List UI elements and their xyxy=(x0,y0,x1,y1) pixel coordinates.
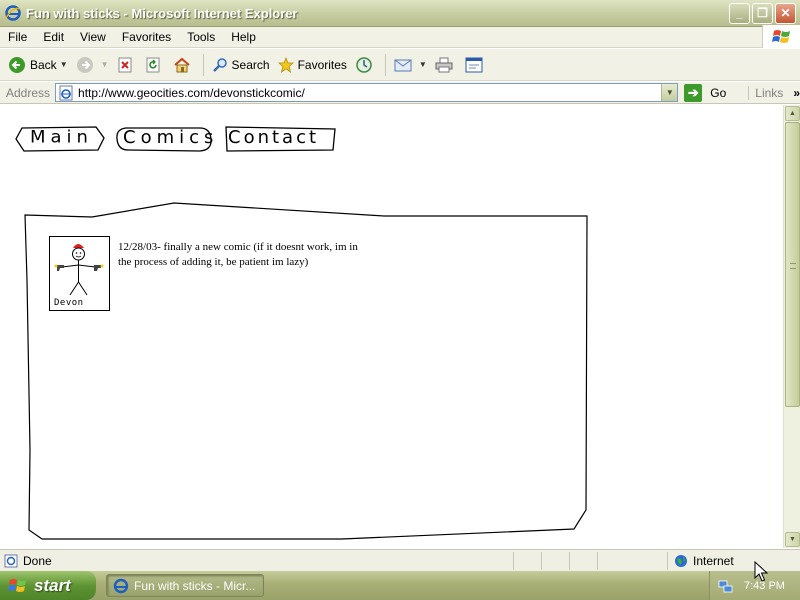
home-icon xyxy=(173,57,190,72)
go-arrow-icon: ➔ xyxy=(684,83,703,102)
status-pane xyxy=(597,551,667,570)
back-arrow-icon xyxy=(9,56,25,73)
menu-help[interactable]: Help xyxy=(223,30,264,44)
taskbar-ie-window[interactable]: Fun with sticks - Micr... xyxy=(106,574,264,597)
menu-favorites[interactable]: Favorites xyxy=(114,30,179,44)
stop-button[interactable] xyxy=(113,52,141,78)
minimize-icon: _ xyxy=(736,6,743,20)
minimize-button[interactable]: _ xyxy=(729,2,750,24)
status-pane xyxy=(541,551,569,570)
search-button[interactable]: Search xyxy=(208,52,274,78)
nav-comics-link[interactable]: Comics xyxy=(114,125,214,153)
search-icon xyxy=(212,57,227,72)
menu-view[interactable]: View xyxy=(72,30,114,44)
star-icon xyxy=(277,56,294,73)
avatar-caption: Devon xyxy=(54,298,84,308)
close-icon: ✕ xyxy=(780,6,791,20)
vertical-scrollbar[interactable]: ▲ ▼ xyxy=(783,105,800,548)
refresh-icon xyxy=(146,57,160,72)
address-url: http://www.geocities.com/devonstickcomic… xyxy=(78,85,305,100)
go-label: Go xyxy=(710,85,727,100)
edit-button[interactable] xyxy=(461,52,491,78)
go-button[interactable]: ➔ Go xyxy=(684,83,727,102)
nav-contact-label: Contact xyxy=(228,127,320,148)
status-text: Done xyxy=(23,553,52,568)
mail-dropdown-icon[interactable]: ▼ xyxy=(419,60,427,69)
favorites-button[interactable]: Favorites xyxy=(274,52,351,78)
toolbar-separator xyxy=(202,53,204,76)
zone-indicator: Internet xyxy=(674,554,734,568)
favorites-label: Favorites xyxy=(297,57,347,72)
page-viewport: Main Comics Contact Devon 12/28/03- fina… xyxy=(0,105,783,548)
maximize-button[interactable]: ❐ xyxy=(752,2,773,24)
address-dropdown-icon[interactable]: ▼ xyxy=(661,84,678,101)
toolbar: Back ▼ ▼ Search Favorites ▼ xyxy=(0,49,800,81)
forward-button[interactable]: ▼ xyxy=(72,52,113,78)
search-label: Search xyxy=(231,57,270,72)
window-title: Fun with sticks - Microsoft Internet Exp… xyxy=(26,5,298,21)
nav-comics-label: Comics xyxy=(123,127,219,148)
news-post-text: 12/28/03- finally a new comic (if it doe… xyxy=(118,241,358,268)
toolbar-separator xyxy=(384,53,386,76)
windows-flag-icon xyxy=(8,578,26,592)
ie-icon xyxy=(5,5,21,21)
menu-bar: File Edit View Favorites Tools Help xyxy=(0,25,800,48)
title-bar: Fun with sticks - Microsoft Internet Exp… xyxy=(0,0,800,27)
media-button[interactable] xyxy=(351,52,381,78)
back-dropdown-icon[interactable]: ▼ xyxy=(60,60,68,69)
nav-main-label: Main xyxy=(30,127,93,148)
nav-contact-link[interactable]: Contact xyxy=(224,125,338,153)
forward-arrow-icon xyxy=(76,56,93,73)
maximize-icon: ❐ xyxy=(757,6,768,20)
address-bar: Address http://www.geocities.com/devonst… xyxy=(0,82,800,104)
zone-pane: Internet xyxy=(667,551,734,570)
links-label[interactable]: Links xyxy=(748,85,783,100)
mouse-cursor-icon xyxy=(754,561,768,582)
start-label: start xyxy=(34,575,71,595)
history-icon xyxy=(356,56,372,73)
taskbar: start Fun with sticks - Micr... 7:43 PM xyxy=(0,571,800,600)
menu-edit[interactable]: Edit xyxy=(35,30,72,44)
page-icon xyxy=(59,85,73,100)
close-button[interactable]: ✕ xyxy=(775,2,796,24)
printer-icon xyxy=(435,57,453,72)
mail-icon xyxy=(394,59,412,71)
status-pane xyxy=(569,551,597,570)
globe-icon xyxy=(675,554,687,567)
refresh-button[interactable] xyxy=(141,52,169,78)
grip-icon xyxy=(790,263,796,269)
menu-file[interactable]: File xyxy=(0,30,35,44)
scroll-up-icon[interactable]: ▲ xyxy=(785,106,800,121)
mail-button[interactable]: ▼ xyxy=(390,52,431,78)
windows-logo-icon xyxy=(762,25,800,48)
ie-icon xyxy=(113,578,129,593)
scroll-down-icon[interactable]: ▼ xyxy=(785,532,800,547)
start-button[interactable]: start xyxy=(0,571,96,600)
menu-tools[interactable]: Tools xyxy=(179,30,223,44)
nav-main-link[interactable]: Main xyxy=(14,125,106,153)
address-input[interactable]: http://www.geocities.com/devonstickcomic… xyxy=(55,83,679,102)
taskbar-window-label: Fun with sticks - Micr... xyxy=(134,578,256,593)
address-label: Address xyxy=(6,85,51,100)
scroll-thumb[interactable] xyxy=(785,122,800,407)
zone-label: Internet xyxy=(693,553,734,568)
stop-icon xyxy=(118,57,132,72)
edit-page-icon xyxy=(465,57,483,72)
print-button[interactable] xyxy=(431,52,461,78)
back-label: Back xyxy=(30,57,57,72)
forward-dropdown-icon[interactable]: ▼ xyxy=(101,60,109,69)
status-bar: Done Internet xyxy=(0,549,800,571)
status-pane xyxy=(513,551,541,570)
home-button[interactable] xyxy=(169,52,199,78)
stick-figure-avatar: Devon xyxy=(49,236,110,311)
page-done-icon xyxy=(4,554,18,567)
back-button[interactable]: Back ▼ xyxy=(4,52,72,78)
links-chevron-icon[interactable]: » xyxy=(793,86,800,100)
network-icon[interactable] xyxy=(718,578,734,594)
